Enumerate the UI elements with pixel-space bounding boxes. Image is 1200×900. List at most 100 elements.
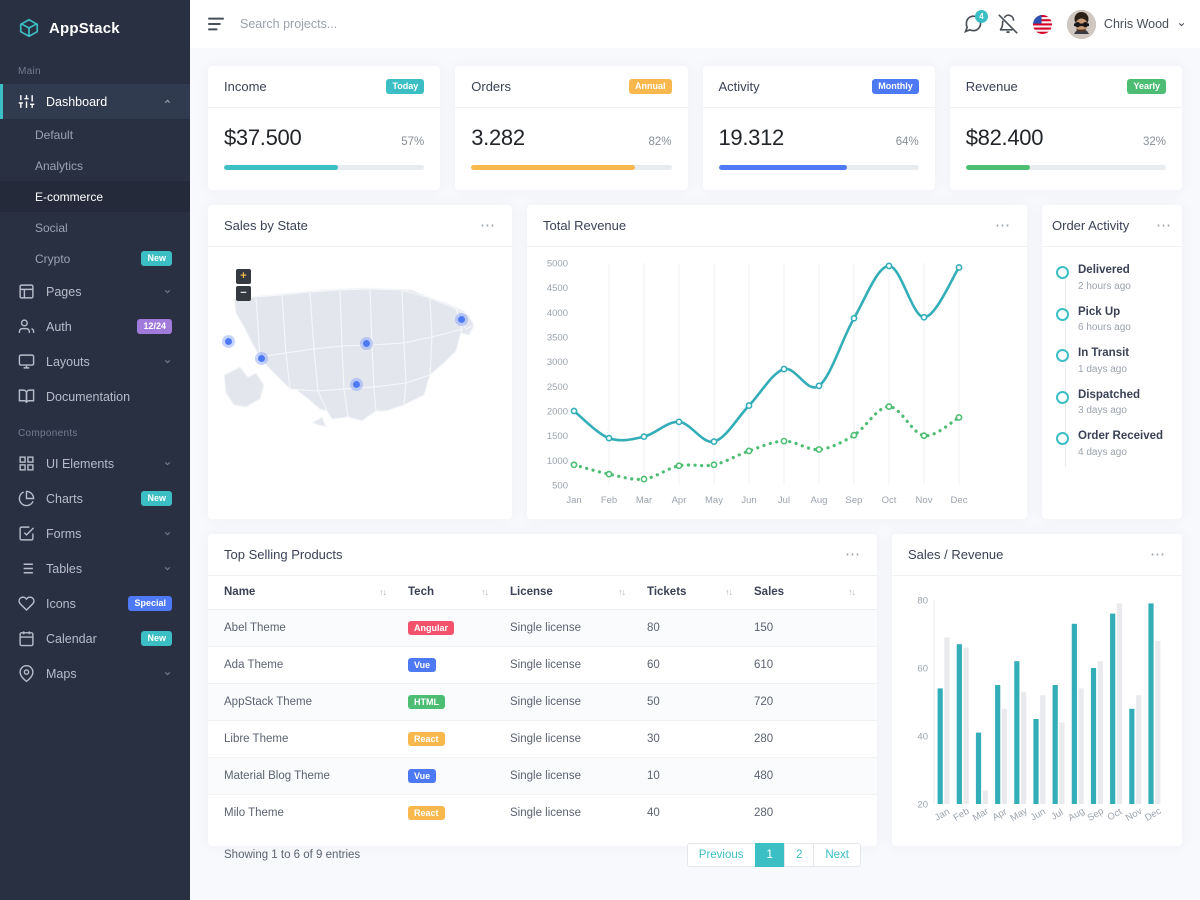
table-row[interactable]: Material Blog Theme Vue Single license 1… [208, 757, 877, 795]
chevron-down-icon [164, 671, 171, 676]
messages-button[interactable]: 4 [963, 10, 988, 34]
table-row[interactable]: Ada Theme Vue Single license 60 610 [208, 646, 877, 684]
sidebar-item-charts[interactable]: Charts New [0, 481, 190, 516]
pagination-page-1[interactable]: 1 [754, 843, 785, 867]
timeline-item[interactable]: Delivered 2 hours ago [1056, 263, 1172, 292]
sidebar-item-social[interactable]: Social [0, 212, 190, 243]
column-header-sales[interactable]: Sales ↑↓ [754, 576, 877, 610]
column-header-name[interactable]: Name ↑↓ [208, 576, 408, 610]
card-header: Sales by State ⋯ [208, 205, 512, 247]
pin-new-york[interactable] [455, 313, 468, 326]
table-row[interactable]: Abel Theme Angular Single license 80 150 [208, 609, 877, 647]
timeline-item[interactable]: In Transit 1 days ago [1056, 346, 1172, 375]
sidebar-item-layouts[interactable]: Layouts [0, 344, 190, 379]
column-header-tech[interactable]: Tech ↑↓ [408, 576, 510, 610]
map-zoom-in-button[interactable]: + [236, 269, 251, 284]
cell-license: Single license [510, 646, 647, 684]
stat-card-activity: Activity Monthly 19.312 64% [702, 66, 935, 190]
sidebar-item-pages[interactable]: Pages [0, 274, 190, 309]
bottom-row: Top Selling Products ⋯ Name ↑↓ Tech ↑↓ L… [208, 534, 1182, 867]
stat-body: $82.400 32% [950, 108, 1182, 190]
more-horizontal-icon[interactable]: ⋯ [845, 547, 861, 562]
bell-off-icon [998, 14, 1018, 34]
notifications-button[interactable] [998, 14, 1018, 34]
stat-percent: 64% [895, 136, 919, 148]
sidebar-item-default[interactable]: Default [0, 119, 190, 150]
pin-texas[interactable] [350, 378, 363, 391]
column-header-license[interactable]: License ↑↓ [510, 576, 647, 610]
pin-kansas[interactable] [360, 337, 373, 350]
sidebar-item-crypto[interactable]: Crypto New [0, 243, 190, 274]
stat-progress [965, 165, 1166, 170]
sidebar-item-calendar[interactable]: Calendar New [0, 621, 190, 656]
svg-text:4500: 4500 [547, 283, 568, 294]
sidebar-item-forms[interactable]: Forms [0, 516, 190, 551]
column-label: Tech [408, 586, 434, 598]
cell-tech: Vue [408, 646, 510, 684]
chevron-down-icon [164, 461, 171, 466]
brand-name: AppStack [49, 19, 120, 37]
column-label: Tickets [647, 586, 687, 598]
sidebar-item-e-commerce[interactable]: E-commerce [0, 181, 190, 212]
more-horizontal-icon[interactable]: ⋯ [1150, 547, 1166, 562]
cell-name: AppStack Theme [208, 683, 408, 721]
more-horizontal-icon[interactable]: ⋯ [1156, 218, 1172, 233]
sales-by-state-card: Sales by State ⋯ + − [208, 205, 512, 519]
timeline-item[interactable]: Order Received 4 days ago [1056, 429, 1172, 458]
tech-badge: React [408, 732, 445, 746]
cell-sales: 280 [754, 807, 774, 819]
sidebar: AppStack Main Dashboard Default Analytic… [0, 0, 190, 900]
hamburger-icon[interactable] [206, 16, 226, 32]
table-row[interactable]: AppStack Theme HTML Single license 50 72… [208, 683, 877, 721]
cube-icon [19, 18, 39, 38]
map-zoom-out-button[interactable]: − [236, 286, 251, 301]
us-map-icon [223, 287, 475, 428]
svg-text:May: May [1008, 805, 1029, 824]
svg-text:60: 60 [917, 664, 928, 675]
user-menu[interactable]: Chris Wood [1066, 9, 1186, 39]
timeline-item[interactable]: Dispatched 3 days ago [1056, 388, 1172, 416]
sidebar-item-maps[interactable]: Maps [0, 656, 190, 691]
pin-northern-california[interactable] [222, 335, 235, 348]
timeline-label: Delivered [1078, 264, 1130, 276]
sidebar-item-icons[interactable]: Icons Special [0, 586, 190, 621]
sidebar-item-dashboard[interactable]: Dashboard [0, 84, 190, 119]
map-zoom-controls: + − [236, 269, 251, 301]
cell-name: Ada Theme [208, 646, 408, 684]
table-row[interactable]: Libre Theme React Single license 30 280 [208, 720, 877, 758]
sidebar-subitem-label: Crypto [35, 251, 71, 266]
more-horizontal-icon[interactable]: ⋯ [480, 218, 496, 233]
more-horizontal-icon[interactable]: ⋯ [995, 218, 1011, 233]
search-input[interactable] [240, 17, 480, 31]
stat-value: $37.500 [224, 125, 302, 150]
pagination-previous[interactable]: Previous [686, 843, 756, 867]
sidebar-item-ui-elements[interactable]: UI Elements [0, 446, 190, 481]
card-header: Order Activity ⋯ [1042, 205, 1182, 247]
pagination-page-2[interactable]: 2 [783, 843, 815, 867]
sidebar-item-tables[interactable]: Tables [0, 551, 190, 586]
stat-header: Activity Monthly [702, 66, 935, 108]
topbar-actions: 4 Chris Wood [963, 9, 1186, 39]
sidebar-item-documentation[interactable]: Documentation [0, 379, 190, 414]
sidebar-subitem-label: E-commerce [35, 189, 104, 204]
brand[interactable]: AppStack [0, 4, 190, 52]
pagination-next[interactable]: Next [813, 843, 861, 867]
timeline-dot-icon [1056, 390, 1069, 404]
timeline-item[interactable]: Pick Up 6 hours ago [1056, 305, 1172, 333]
cell-tickets: 60 [647, 646, 754, 684]
sort-icon: ↑↓ [618, 587, 626, 597]
users-icon [18, 319, 35, 333]
pin-southern-california[interactable] [255, 352, 268, 365]
cell-tickets: 50 [647, 683, 754, 721]
svg-text:40: 40 [917, 732, 928, 743]
sidebar-section-components: Components [18, 428, 78, 439]
map-body[interactable]: + − [208, 247, 512, 519]
us-flag-icon[interactable] [1032, 14, 1052, 34]
cell-tickets: 10 [647, 757, 754, 795]
cell-license: Single license [510, 807, 581, 819]
sidebar-subitem-label: Social [35, 220, 68, 235]
sidebar-item-auth[interactable]: Auth 12/24 [0, 309, 190, 344]
sidebar-item-analytics[interactable]: Analytics [0, 150, 190, 181]
table-row[interactable]: Milo Theme React Single license 40 280 [208, 795, 877, 832]
column-header-tickets[interactable]: Tickets ↑↓ [647, 576, 754, 610]
